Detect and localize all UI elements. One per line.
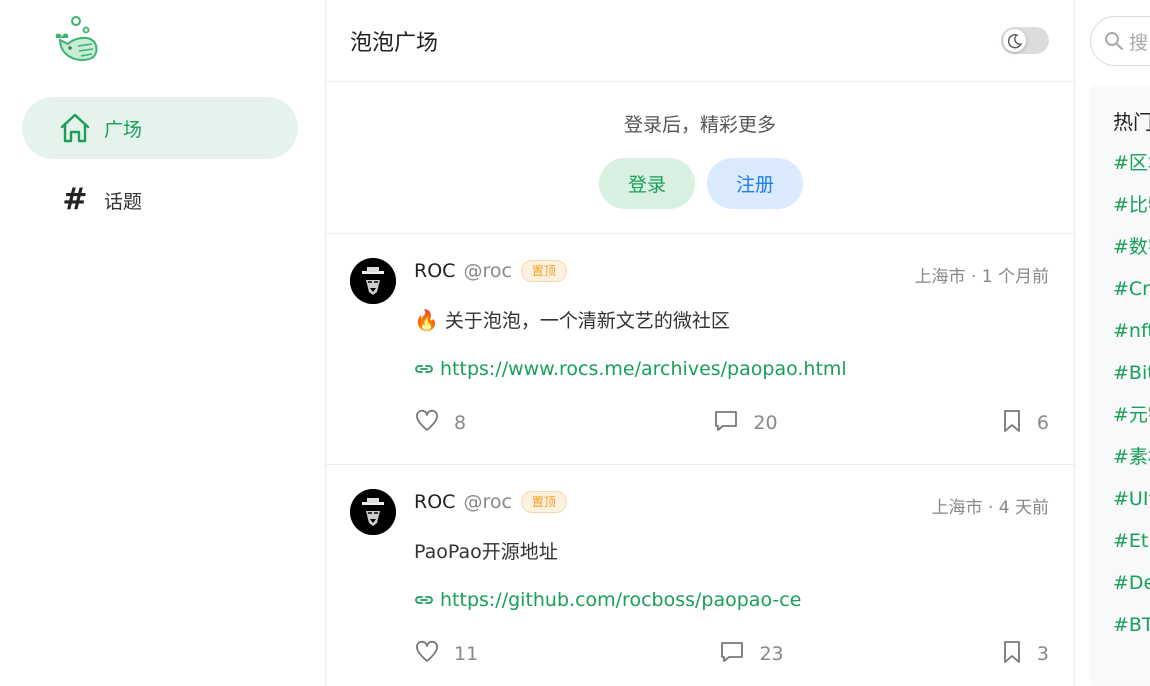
topic-tag[interactable]: #素材	[1113, 444, 1150, 471]
topic-tag[interactable]: #区块	[1113, 150, 1150, 177]
post-actions: 11 23 3	[414, 639, 1049, 669]
comment-count: 20	[753, 412, 778, 434]
post-link[interactable]: https://www.rocs.me/archives/paopao.html	[414, 358, 847, 380]
topic-tag[interactable]: #数字	[1113, 234, 1150, 261]
main-feed: 泡泡广场 登录后，精彩更多 登录 注册 ROC @roc 置顶 上海市 · 1 …	[325, 0, 1075, 686]
author-handle: @roc	[463, 260, 512, 282]
avatar[interactable]	[350, 489, 396, 535]
sidebar-item-label: 广场	[104, 118, 143, 141]
post-link[interactable]: https://github.com/rocboss/paopao-ce	[414, 589, 801, 611]
post-content: PaoPao开源地址	[414, 537, 558, 564]
pinned-badge: 置顶	[520, 260, 567, 282]
topic-tag[interactable]: #Bit	[1113, 360, 1150, 387]
sidebar-item-label: 话题	[104, 190, 143, 213]
topic-tag[interactable]: #元宇	[1113, 402, 1150, 429]
search-input[interactable]: 搜	[1090, 16, 1150, 66]
hot-topics-card: 热门 #区块 #比特 #数字 #Cry #nft #Bit #元宇 #素材 #U…	[1090, 86, 1150, 686]
topic-tag[interactable]: #UI设	[1113, 486, 1150, 513]
like-button[interactable]: 8	[414, 408, 466, 439]
page-title: 泡泡广场	[350, 30, 439, 56]
avatar[interactable]	[350, 258, 396, 304]
hash-icon: #	[62, 182, 88, 217]
fire-icon: 🔥	[414, 307, 439, 332]
search-icon	[1103, 30, 1125, 52]
page-header: 泡泡广场	[326, 0, 1074, 82]
post-content: 🔥 关于泡泡，一个清新文艺的微社区	[414, 306, 730, 333]
sidebar-item-plaza[interactable]: 广场	[22, 97, 298, 159]
comment-button[interactable]: 23	[719, 639, 784, 670]
comment-icon	[719, 639, 745, 670]
topic-tag[interactable]: #BT	[1113, 612, 1150, 639]
author-name[interactable]: ROC	[414, 491, 455, 513]
post-actions: 8 20 6	[414, 408, 1049, 438]
right-sidebar: 搜 热门 #区块 #比特 #数字 #Cry #nft #Bit #元宇 #素材 …	[1075, 0, 1150, 686]
post-link-text: https://github.com/rocboss/paopao-ce	[440, 589, 802, 611]
like-count: 11	[454, 643, 479, 665]
topic-tag[interactable]: #nft	[1113, 318, 1150, 345]
bookmark-button[interactable]: 6	[1001, 408, 1049, 439]
pinned-badge: 置顶	[520, 491, 567, 513]
bookmark-button[interactable]: 3	[1001, 639, 1049, 670]
comment-button[interactable]: 20	[713, 408, 778, 439]
comment-count: 23	[759, 643, 784, 665]
left-sidebar: 广场 # 话题	[0, 0, 325, 686]
hot-topics-title: 热门	[1113, 110, 1150, 134]
like-button[interactable]: 11	[414, 639, 478, 670]
sidebar-item-topics[interactable]: # 话题	[22, 169, 298, 231]
link-icon	[414, 359, 434, 379]
post-item[interactable]: ROC @roc 置顶 上海市 · 1 个月前 🔥 关于泡泡，一个清新文艺的微社…	[326, 234, 1074, 465]
login-prompt-box: 登录后，精彩更多 登录 注册	[326, 82, 1074, 234]
post-text: PaoPao开源地址	[414, 541, 558, 563]
heart-icon	[414, 408, 440, 439]
post-item[interactable]: ROC @roc 置顶 上海市 · 4 天前 PaoPao开源地址 https:…	[326, 465, 1074, 686]
topic-tag[interactable]: #Cry	[1113, 276, 1150, 303]
post-meta: 上海市 · 4 天前	[931, 498, 1049, 518]
bookmark-count: 3	[1036, 643, 1049, 665]
bookmark-count: 6	[1036, 412, 1049, 434]
register-button[interactable]: 注册	[707, 158, 803, 209]
topic-tag[interactable]: #比特	[1113, 192, 1150, 219]
paopao-logo[interactable]	[48, 14, 100, 68]
link-icon	[414, 590, 434, 610]
topic-tag[interactable]: #Eth	[1113, 528, 1150, 555]
bookmark-icon	[1001, 408, 1023, 439]
comment-icon	[713, 408, 739, 439]
login-button[interactable]: 登录	[599, 158, 695, 209]
author-name[interactable]: ROC	[414, 260, 455, 282]
post-text: 关于泡泡，一个清新文艺的微社区	[444, 310, 730, 332]
topic-tag[interactable]: #De	[1113, 570, 1150, 597]
theme-toggle[interactable]	[1001, 27, 1049, 54]
author-handle: @roc	[463, 491, 512, 513]
heart-icon	[414, 639, 440, 670]
post-meta: 上海市 · 1 个月前	[914, 267, 1049, 287]
like-count: 8	[454, 412, 467, 434]
moon-icon	[1003, 29, 1026, 52]
bookmark-icon	[1001, 639, 1023, 670]
login-prompt-text: 登录后，精彩更多	[623, 114, 776, 136]
author-line: ROC @roc 置顶	[414, 260, 567, 282]
post-link-text: https://www.rocs.me/archives/paopao.html	[440, 358, 847, 380]
home-icon	[58, 111, 92, 145]
author-line: ROC @roc 置顶	[414, 491, 567, 513]
search-placeholder: 搜	[1129, 31, 1149, 54]
